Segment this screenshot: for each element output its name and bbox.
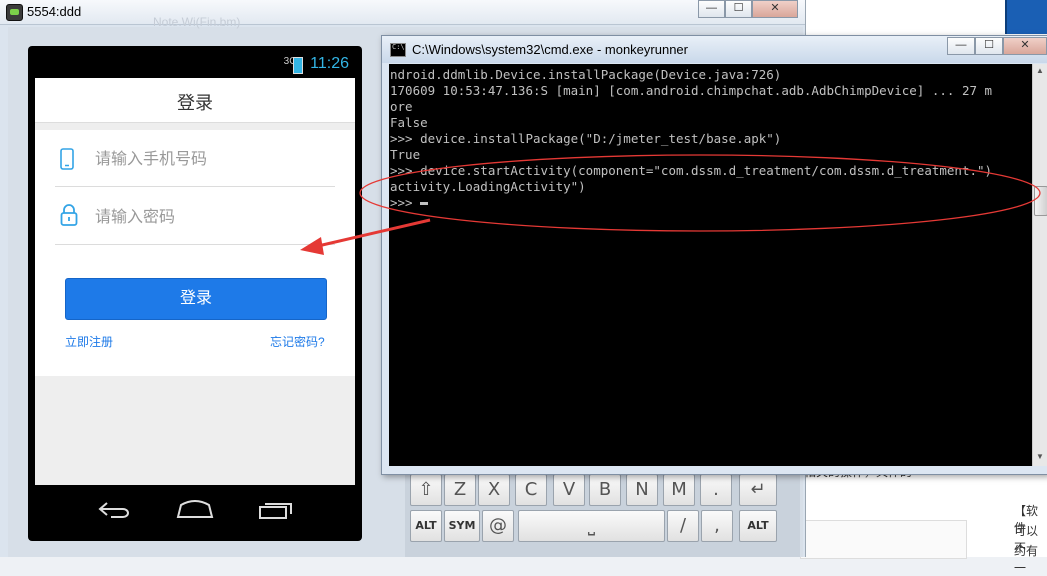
console-line: 170609 10:53:47.136:S [main] [com.androi… (390, 83, 993, 98)
emulator-close-button[interactable]: ✕ (752, 0, 798, 18)
sym-key[interactable]: SYM (444, 510, 480, 542)
cmd-minimize-button[interactable]: — (947, 37, 975, 55)
password-input[interactable] (95, 202, 325, 230)
recent-apps-icon[interactable] (257, 499, 295, 521)
password-field (55, 188, 335, 245)
battery-icon (293, 57, 303, 74)
keyboard-key[interactable]: M (663, 474, 695, 506)
phone-field (55, 130, 335, 187)
cmd-close-button[interactable]: ✕ (1003, 37, 1047, 55)
background-text: 约有一 (1014, 544, 1039, 575)
slash-key[interactable]: / (667, 510, 699, 542)
keyboard-key[interactable]: V (553, 474, 585, 506)
keyboard-key[interactable]: N (626, 474, 658, 506)
alt-key-left[interactable]: ALT (410, 510, 442, 542)
enter-key[interactable]: ↵ (739, 474, 777, 506)
emulator-keyboard: ⇧ Z X C V B N M . ↵ ALT SYM @ ⎵ / , ALT (405, 470, 800, 557)
console-line: ore (390, 99, 413, 114)
cmd-title-bar: C:\Windows\system32\cmd.exe - monkeyrunn… (382, 36, 1047, 63)
back-icon[interactable] (97, 499, 133, 521)
home-icon[interactable] (175, 499, 215, 521)
login-form: 登录 立即注册 忘记密码? (35, 130, 355, 376)
console-line: >>> device.startActivity(component="com.… (390, 163, 993, 178)
comma-key[interactable]: , (701, 510, 733, 542)
emulator-maximize-button[interactable]: ☐ (725, 0, 752, 18)
emulator-title-bar: 5554:ddd — ☐ ✕ (0, 0, 805, 25)
phone-nav-bar (35, 485, 355, 535)
console-prompt-line: >>> (390, 195, 429, 211)
phone-icon (60, 148, 74, 175)
cmd-scrollbar[interactable]: ▲ ▼ (1032, 64, 1047, 466)
cmd-window: C:\Windows\system32\cmd.exe - monkeyrunn… (381, 35, 1047, 475)
cmd-maximize-button[interactable]: ☐ (975, 37, 1003, 55)
console-line: False (390, 115, 428, 130)
background-blue-block (1005, 0, 1047, 34)
keyboard-key[interactable]: . (700, 474, 732, 506)
at-key[interactable]: @ (482, 510, 514, 542)
app-header: 登录 (35, 78, 355, 123)
console-prompt: >>> (390, 195, 421, 210)
scroll-thumb[interactable] (1034, 186, 1047, 216)
scroll-up-icon[interactable]: ▲ (1036, 66, 1044, 75)
alt-key-right[interactable]: ALT (739, 510, 777, 542)
console-line: True (390, 147, 421, 162)
background-input-box (800, 520, 967, 559)
console-output[interactable]: ndroid.ddmlib.Device.installPackage(Devi… (389, 64, 1032, 466)
phone-input[interactable] (95, 144, 325, 172)
keyboard-key[interactable]: B (589, 474, 621, 506)
cmd-window-title: C:\Windows\system32\cmd.exe - monkeyrunn… (412, 42, 688, 57)
keyboard-key[interactable]: Z (444, 474, 476, 506)
phone-status-bar: 3G 11:26 (35, 52, 355, 78)
emulator-app-icon (6, 4, 23, 21)
text-cursor (420, 202, 429, 205)
forgot-password-link[interactable]: 忘记密码? (270, 333, 325, 350)
console-line: ndroid.ddmlib.Device.installPackage(Devi… (390, 67, 782, 82)
phone-screen: 登录 登录 立即注册 忘记密码? (35, 78, 355, 485)
shift-key[interactable]: ⇧ (410, 474, 442, 506)
console-line: activity.LoadingActivity") (390, 179, 586, 194)
lock-icon (60, 204, 78, 231)
page-title: 登录 (177, 93, 213, 113)
login-button[interactable]: 登录 (65, 278, 327, 320)
emulator-background-text: Note.Wi(Fin.bm) (153, 15, 241, 29)
status-time: 11:26 (310, 55, 349, 72)
cmd-app-icon (390, 43, 406, 57)
emulator-window-title: 5554:ddd (27, 4, 82, 19)
scroll-down-icon[interactable]: ▼ (1036, 452, 1044, 461)
keyboard-key[interactable]: C (515, 474, 547, 506)
emulator-minimize-button[interactable]: — (698, 0, 725, 18)
keyboard-key[interactable]: X (478, 474, 510, 506)
register-link[interactable]: 立即注册 (65, 333, 113, 350)
console-line: >>> device.installPackage("D:/jmeter_tes… (390, 131, 782, 146)
space-key[interactable]: ⎵ (518, 510, 665, 542)
